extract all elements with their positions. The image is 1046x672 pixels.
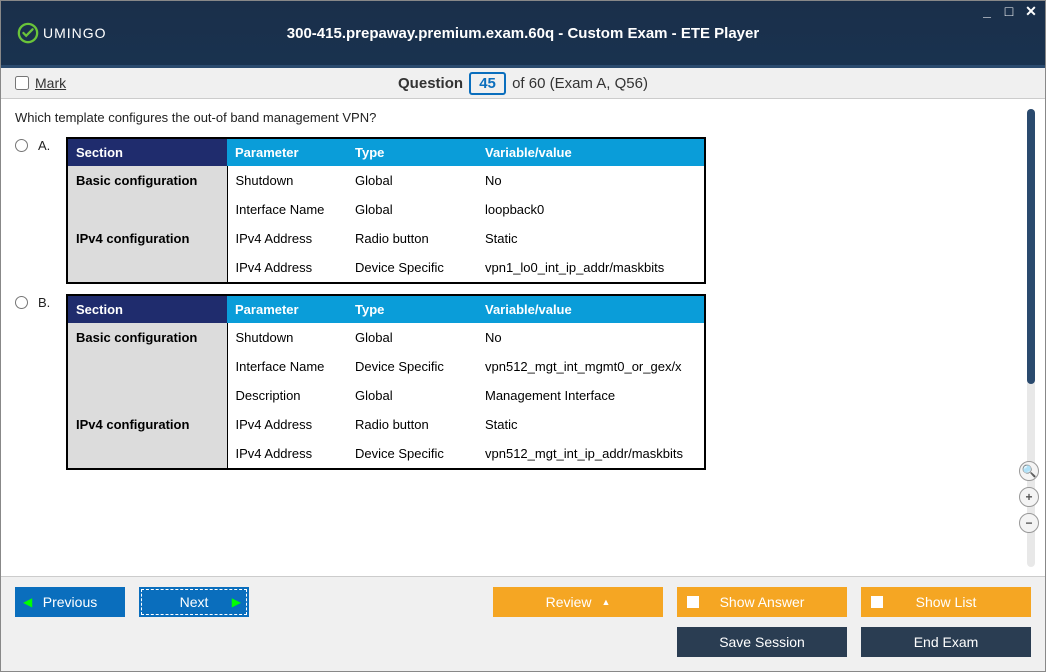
end-exam-button[interactable]: End Exam xyxy=(861,627,1031,657)
question-number: 45 xyxy=(469,72,506,95)
show-list-button[interactable]: Show List xyxy=(861,587,1031,617)
option-a-radio[interactable] xyxy=(15,139,28,152)
zoom-in-icon[interactable]: + xyxy=(1019,487,1039,507)
option-a-label: A. xyxy=(38,137,56,153)
checkbox-icon xyxy=(871,596,883,608)
option-b-radio[interactable] xyxy=(15,296,28,309)
next-button[interactable]: Next▶ xyxy=(139,587,249,617)
close-icon[interactable]: ✕ xyxy=(1023,3,1039,20)
option-b-label: B. xyxy=(38,294,56,310)
scroll-thumb[interactable] xyxy=(1027,109,1035,384)
maximize-icon[interactable]: □ xyxy=(1001,3,1017,20)
footer: ◀Previous Next▶ Review▲ Show Answer Show… xyxy=(1,576,1045,671)
question-text: Which template configures the out-of ban… xyxy=(15,110,1011,125)
minimize-icon[interactable]: _ xyxy=(979,3,995,20)
zoom-out-icon[interactable]: − xyxy=(1019,513,1039,533)
option-b-table: Section Parameter Type Variable/value Ba… xyxy=(66,294,706,470)
option-b[interactable]: B. Section Parameter Type Variable/value… xyxy=(15,294,1011,470)
option-a[interactable]: A. Section Parameter Type Variable/value… xyxy=(15,137,1011,284)
show-answer-button[interactable]: Show Answer xyxy=(677,587,847,617)
checkbox-icon xyxy=(687,596,699,608)
option-a-table: Section Parameter Type Variable/value Ba… xyxy=(66,137,706,284)
window-title: 300-415.prepaway.premium.exam.60q - Cust… xyxy=(1,25,1045,42)
zoom-reset-icon[interactable]: 🔍 xyxy=(1019,461,1039,481)
zoom-controls: 🔍 + − xyxy=(1019,461,1039,533)
question-content: Which template configures the out-of ban… xyxy=(11,102,1015,573)
save-session-button[interactable]: Save Session xyxy=(677,627,847,657)
previous-button[interactable]: ◀Previous xyxy=(15,587,125,617)
review-button[interactable]: Review▲ xyxy=(493,587,663,617)
question-bar: Mark Question 45 of 60 (Exam A, Q56) xyxy=(1,65,1045,99)
question-counter: Question 45 of 60 (Exam A, Q56) xyxy=(1,72,1045,95)
window-controls: _ □ ✕ xyxy=(979,3,1039,20)
titlebar: UMINGO 300-415.prepaway.premium.exam.60q… xyxy=(1,1,1045,65)
